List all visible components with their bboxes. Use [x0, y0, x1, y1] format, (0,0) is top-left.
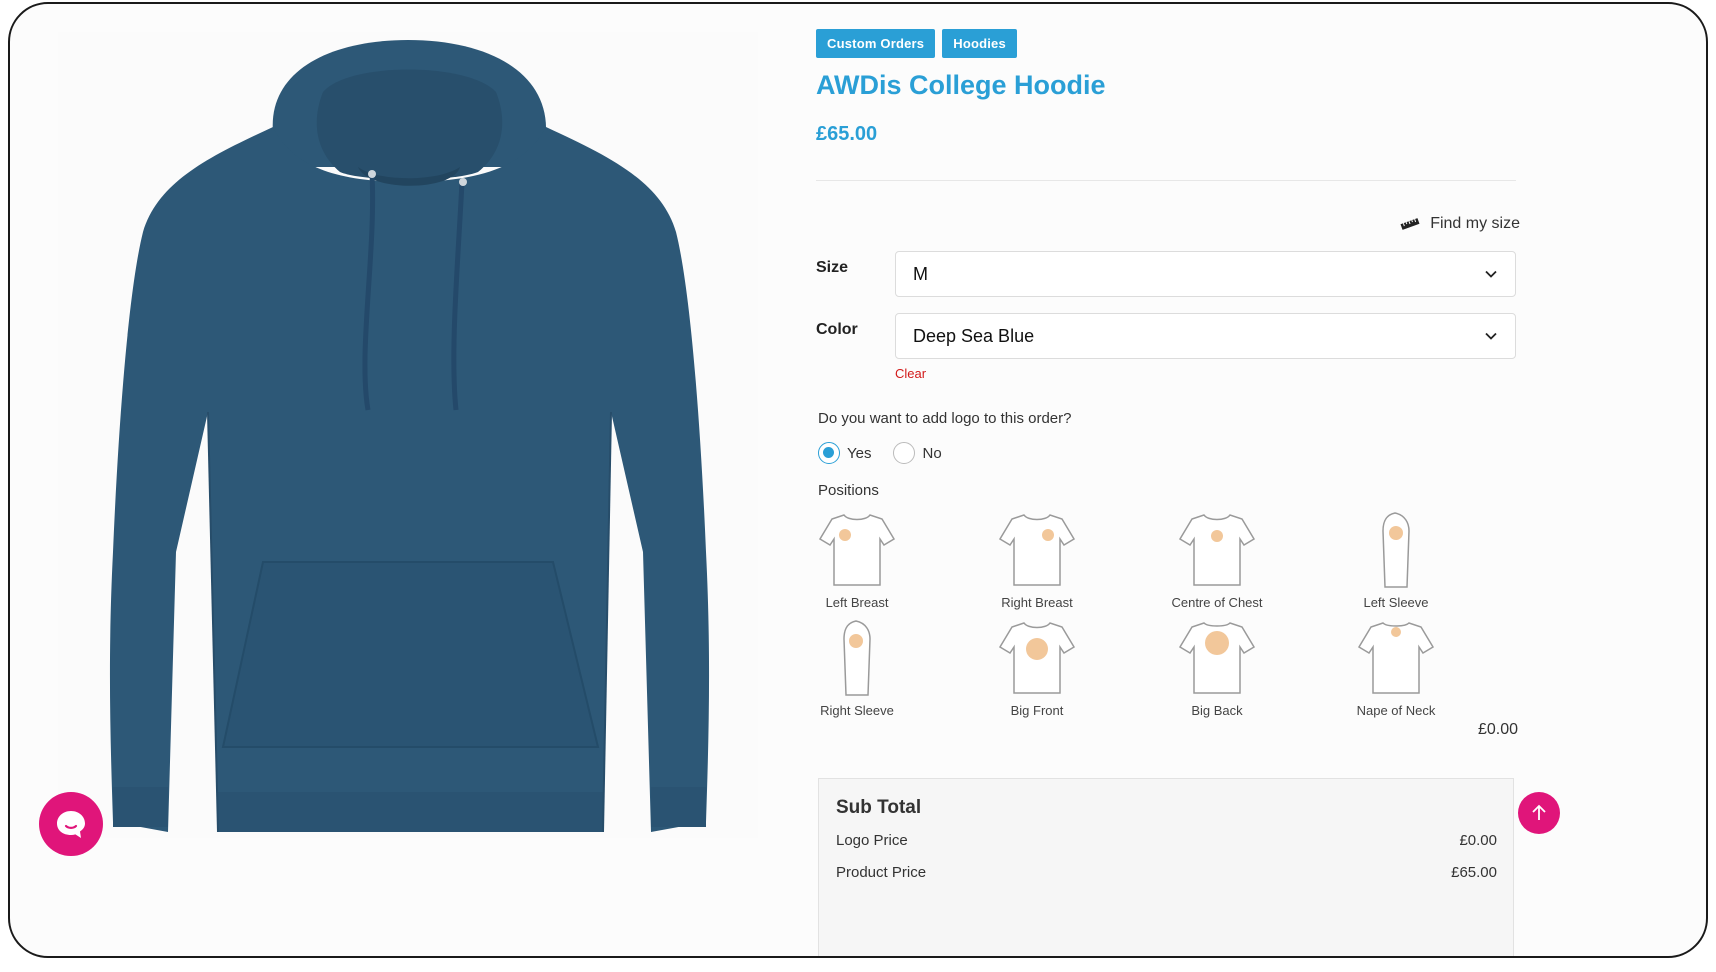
subtotal-row-product: Product Price £65.00 — [836, 864, 1497, 881]
tag-custom-orders[interactable]: Custom Orders — [816, 29, 936, 58]
subtotal-row-value: £0.00 — [1459, 832, 1497, 849]
tshirt-centre-chest-icon — [1178, 514, 1256, 586]
position-nape-neck[interactable]: Nape of Neck — [1341, 617, 1451, 718]
logo-no-option[interactable]: No — [893, 442, 942, 464]
hoodie-image — [109, 40, 710, 833]
position-big-back[interactable]: Big Back — [1162, 617, 1272, 718]
clear-link[interactable]: Clear — [895, 366, 926, 381]
tshirt-nape-neck-icon — [1357, 622, 1435, 694]
tshirt-big-back-icon — [1178, 622, 1256, 694]
color-label: Color — [816, 321, 858, 338]
subtotal-title: Sub Total — [836, 797, 922, 818]
position-label: Big Front — [1010, 703, 1064, 718]
tshirt-big-front-icon — [998, 622, 1076, 694]
color-select[interactable]: Deep Sea Blue — [895, 313, 1516, 359]
position-left-breast[interactable]: Left Breast — [802, 509, 912, 610]
category-tags: Custom Orders Hoodies — [816, 29, 1017, 58]
tshirt-right-breast-icon — [998, 514, 1076, 586]
logo-no-label: No — [922, 444, 942, 462]
ruler-icon — [1400, 218, 1420, 230]
position-right-breast[interactable]: Right Breast — [982, 509, 1092, 610]
product-image — [58, 32, 758, 838]
scroll-to-top-button[interactable] — [1518, 792, 1560, 834]
product-price: £65.00 — [816, 123, 878, 145]
position-label: Right Breast — [1001, 595, 1073, 610]
subtotal-row-value: £65.00 — [1451, 864, 1497, 881]
chevron-down-icon — [1485, 332, 1497, 340]
position-centre-chest[interactable]: Centre of Chest — [1162, 509, 1272, 610]
product-title: AWDis College Hoodie — [816, 70, 1106, 100]
logo-yes-option[interactable]: Yes — [818, 442, 871, 464]
position-label: Right Sleeve — [820, 703, 894, 718]
chat-bubble-icon — [57, 811, 85, 838]
arrow-up-icon — [1532, 804, 1546, 820]
app-frame: Custom Orders Hoodies AWDis College Hood… — [8, 2, 1708, 958]
tag-hoodies[interactable]: Hoodies — [942, 29, 1017, 58]
position-label: Left Breast — [825, 595, 889, 610]
subtotal-row-label: Logo Price — [836, 832, 908, 849]
position-label: Centre of Chest — [1171, 595, 1263, 610]
logo-yes-radio[interactable] — [818, 442, 840, 464]
logo-question: Do you want to add logo to this order? — [818, 410, 1072, 427]
logo-radio-group: Yes No — [818, 442, 942, 464]
position-left-sleeve[interactable]: Left Sleeve — [1341, 509, 1451, 610]
position-right-sleeve[interactable]: Right Sleeve — [802, 617, 912, 718]
subtotal-row-logo: Logo Price £0.00 — [836, 832, 1497, 849]
size-select[interactable]: M — [895, 251, 1516, 297]
logo-yes-label: Yes — [847, 444, 872, 462]
position-label: Nape of Neck — [1356, 703, 1436, 718]
find-my-size-link[interactable]: Find my size — [1400, 215, 1520, 233]
size-label: Size — [816, 259, 849, 276]
chat-button[interactable] — [39, 792, 103, 856]
logo-no-radio[interactable] — [893, 442, 916, 464]
size-value: M — [913, 263, 928, 284]
tshirt-right-sleeve-icon — [843, 620, 871, 696]
find-my-size-label: Find my size — [1430, 215, 1520, 232]
positions-label: Positions — [818, 482, 879, 499]
tshirt-left-breast-icon — [818, 514, 896, 586]
subtotal-row-label: Product Price — [836, 864, 927, 881]
color-value: Deep Sea Blue — [913, 325, 1035, 346]
position-label: Big Back — [1191, 703, 1243, 718]
tshirt-left-sleeve-icon — [1382, 512, 1410, 588]
subtotal-panel: Sub Total Logo Price £0.00 Product Price… — [818, 778, 1514, 956]
chevron-down-icon — [1485, 270, 1497, 278]
product-details: Custom Orders Hoodies AWDis College Hood… — [816, 4, 1520, 956]
position-label: Left Sleeve — [1363, 595, 1429, 610]
position-big-front[interactable]: Big Front — [982, 617, 1092, 718]
positions-total: £0.00 — [1477, 721, 1518, 738]
divider — [816, 180, 1516, 181]
